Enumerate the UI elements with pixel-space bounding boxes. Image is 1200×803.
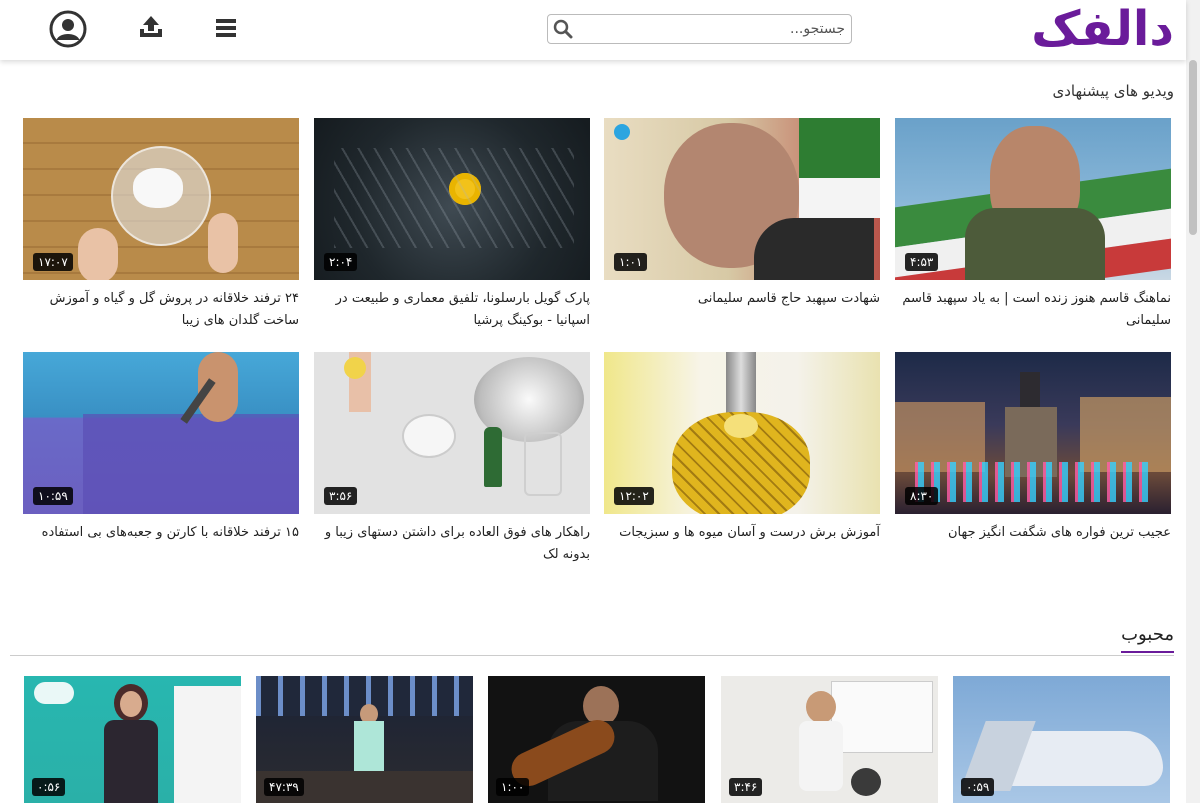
upload-icon[interactable] xyxy=(138,14,164,40)
recommended-section-title: ویدیو های پیشنهادی xyxy=(1052,82,1175,100)
page-scrollbar[interactable] xyxy=(1186,0,1200,803)
scrollbar-thumb[interactable] xyxy=(1189,60,1197,235)
video-title[interactable]: آموزش برش درست و آسان میوه ها و سبزیجات xyxy=(604,522,880,544)
telegram-icon xyxy=(614,124,630,140)
video-thumbnail[interactable]: ۳:۵۶ xyxy=(314,352,590,514)
video-thumbnail[interactable]: ۲:۰۴ xyxy=(314,118,590,280)
popular-video-card[interactable]: ۴۷:۳۹ xyxy=(256,676,473,803)
popular-video-card[interactable]: ۰:۵۶ xyxy=(24,676,241,803)
video-title[interactable]: نماهنگ قاسم هنوز زنده است | به یاد سپهبد… xyxy=(895,288,1171,332)
video-thumbnail[interactable]: ۱۷:۰۷ xyxy=(23,118,299,280)
video-card[interactable]: ۱۷:۰۷ ۲۴ ترفند خلاقانه در پروش گل و گیاه… xyxy=(23,118,299,332)
video-duration: ۱۷:۰۷ xyxy=(33,253,73,271)
video-duration: ۰:۵۹ xyxy=(961,778,995,796)
video-card[interactable]: ۴:۵۳ نماهنگ قاسم هنوز زنده است | به یاد … xyxy=(895,118,1171,332)
video-title[interactable]: راهکار های فوق العاده برای داشتن دستهای … xyxy=(314,522,590,566)
video-title[interactable]: شهادت سپهبد حاج قاسم سلیمانی xyxy=(604,288,880,310)
video-duration: ۴:۵۳ xyxy=(905,253,939,271)
popular-video-card[interactable]: ۱:۰۰ xyxy=(488,676,705,803)
site-logo[interactable]: دالفک xyxy=(1031,2,1176,56)
video-duration: ۱۰:۵۹ xyxy=(33,487,73,505)
video-title[interactable]: ۲۴ ترفند خلاقانه در پروش گل و گیاه و آمو… xyxy=(23,288,299,332)
menu-icon[interactable] xyxy=(214,17,238,39)
video-duration: ۲:۰۴ xyxy=(324,253,358,271)
video-title[interactable]: پارک گویل بارسلونا، تلفیق معماری و طبیعت… xyxy=(314,288,590,332)
video-duration: ۱:۰۱ xyxy=(614,253,648,271)
search-input[interactable] xyxy=(580,15,845,43)
video-card[interactable]: ۳:۵۶ راهکار های فوق العاده برای داشتن دس… xyxy=(314,352,590,566)
search-icon[interactable] xyxy=(553,19,573,39)
video-duration: ۰:۵۶ xyxy=(32,778,66,796)
video-title[interactable]: عجیب ترین فواره های شگفت انگیز جهان xyxy=(895,522,1171,544)
video-thumbnail[interactable]: ۱۰:۵۹ xyxy=(23,352,299,514)
user-icon[interactable] xyxy=(49,10,87,48)
search-box xyxy=(547,14,852,44)
section-divider xyxy=(10,655,1174,656)
video-thumbnail[interactable]: ۱۲:۰۲ xyxy=(604,352,880,514)
video-duration: ۸:۳۰ xyxy=(905,487,939,505)
video-title[interactable]: ۱۵ ترفند خلاقانه با کارتن و جعبه‌های بی … xyxy=(23,522,299,544)
video-duration: ۳:۴۶ xyxy=(729,778,763,796)
video-duration: ۴۷:۳۹ xyxy=(264,778,304,796)
video-thumbnail[interactable]: ۸:۳۰ xyxy=(895,352,1171,514)
video-card[interactable]: ۱۲:۰۲ آموزش برش درست و آسان میوه ها و سب… xyxy=(604,352,880,544)
popular-video-card[interactable]: ۰:۵۹ xyxy=(953,676,1170,803)
video-card[interactable]: ۱:۰۱ شهادت سپهبد حاج قاسم سلیمانی xyxy=(604,118,880,310)
video-duration: ۱۲:۰۲ xyxy=(614,487,654,505)
video-thumbnail[interactable]: ۱:۰۱ xyxy=(604,118,880,280)
popular-section-title: محبوب xyxy=(1121,624,1174,653)
top-bar: دالفک xyxy=(0,0,1186,60)
video-card[interactable]: ۱۰:۵۹ ۱۵ ترفند خلاقانه با کارتن و جعبه‌ه… xyxy=(23,352,299,544)
video-thumbnail[interactable]: ۴:۵۳ xyxy=(895,118,1171,280)
video-card[interactable]: ۸:۳۰ عجیب ترین فواره های شگفت انگیز جهان xyxy=(895,352,1171,544)
video-duration: ۱:۰۰ xyxy=(496,778,530,796)
video-card[interactable]: ۲:۰۴ پارک گویل بارسلونا، تلفیق معماری و … xyxy=(314,118,590,332)
video-duration: ۳:۵۶ xyxy=(324,487,358,505)
popular-video-card[interactable]: ۳:۴۶ xyxy=(721,676,938,803)
